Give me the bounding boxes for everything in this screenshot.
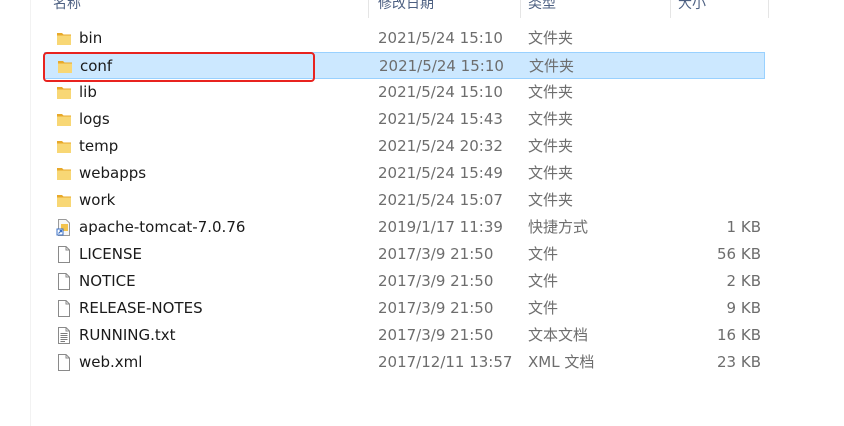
- file-type: 快捷方式: [528, 218, 589, 236]
- file-row-web-xml[interactable]: web.xml 2017/12/11 13:57 XML 文档 23 KB: [44, 349, 765, 376]
- column-separator[interactable]: [670, 0, 671, 18]
- file-type: 文件夹: [528, 29, 574, 47]
- folder-icon: [56, 165, 72, 182]
- modified-date: 2019/1/17 11:39: [378, 218, 503, 236]
- folder-icon: [56, 84, 72, 101]
- folder-icon: [56, 30, 72, 47]
- column-separator[interactable]: [368, 0, 369, 18]
- file-type: 文件: [528, 272, 559, 290]
- file-row-webapps[interactable]: webapps 2021/5/24 15:49 文件夹: [44, 160, 765, 187]
- file-name: RELEASE-NOTES: [79, 299, 203, 317]
- modified-date: 2017/3/9 21:50: [378, 326, 494, 344]
- file-icon: [56, 273, 72, 290]
- file-size: 1 KB: [726, 218, 761, 236]
- folder-icon: [57, 58, 73, 75]
- file-icon: [56, 246, 72, 263]
- file-size: 9 KB: [726, 299, 761, 317]
- column-header-date[interactable]: 修改日期: [372, 0, 434, 17]
- file-row-apache-tomcat-7-0-76[interactable]: apache-tomcat-7.0.76 2019/1/17 11:39 快捷方式 1…: [44, 214, 765, 241]
- file-size: 56 KB: [717, 245, 761, 263]
- file-name: lib: [79, 83, 97, 101]
- folder-icon: [56, 138, 72, 155]
- file-size: 2 KB: [726, 272, 761, 290]
- modified-date: 2017/3/9 21:50: [378, 245, 494, 263]
- file-type: 文件夹: [528, 83, 574, 101]
- file-name: logs: [79, 110, 110, 128]
- column-header-row: 名称 修改日期 类型 大小: [0, 0, 844, 18]
- modified-date: 2021/5/24 15:07: [378, 191, 503, 209]
- file-row-temp[interactable]: temp 2021/5/24 20:32 文件夹: [44, 133, 765, 160]
- modified-date: 2021/5/24 15:43: [378, 110, 503, 128]
- file-name: work: [79, 191, 116, 209]
- file-name: apache-tomcat-7.0.76: [79, 218, 246, 236]
- column-header-size[interactable]: 大小: [672, 0, 706, 17]
- file-row-bin[interactable]: bin 2021/5/24 15:10 文件夹: [44, 25, 765, 52]
- column-separator[interactable]: [768, 0, 769, 18]
- file-row-release-notes[interactable]: RELEASE-NOTES 2017/3/9 21:50 文件 9 KB: [44, 295, 765, 322]
- file-size: 23 KB: [717, 353, 761, 371]
- navigation-pane-edge: [0, 0, 31, 426]
- file-name: web.xml: [79, 353, 143, 371]
- file-name: LICENSE: [79, 245, 142, 263]
- modified-date: 2021/5/24 20:32: [378, 137, 503, 155]
- file-name: bin: [79, 29, 103, 47]
- file-type: 文件: [528, 245, 559, 263]
- file-type: 文件夹: [528, 191, 574, 209]
- file-type: 文件夹: [529, 57, 575, 75]
- file-icon: [56, 300, 72, 317]
- file-type: 文件夹: [528, 164, 574, 182]
- file-row-notice[interactable]: NOTICE 2017/3/9 21:50 文件 2 KB: [44, 268, 765, 295]
- modified-date: 2021/5/24 15:49: [378, 164, 503, 182]
- file-name: temp: [79, 137, 119, 155]
- file-row-conf[interactable]: conf 2021/5/24 15:10 文件夹: [44, 52, 765, 79]
- modified-date: 2017/3/9 21:50: [378, 299, 494, 317]
- modified-date: 2021/5/24 15:10: [379, 57, 504, 75]
- file-row-logs[interactable]: logs 2021/5/24 15:43 文件夹: [44, 106, 765, 133]
- file-name: RUNNING.txt: [79, 326, 176, 344]
- file-row-work[interactable]: work 2021/5/24 15:07 文件夹: [44, 187, 765, 214]
- shortcut-icon: [56, 219, 72, 236]
- file-name: NOTICE: [79, 272, 136, 290]
- file-row-running-txt[interactable]: RUNNING.txt 2017/3/9 21:50 文本文档 16 KB: [44, 322, 765, 349]
- file-type: XML 文档: [528, 353, 595, 371]
- folder-icon: [56, 111, 72, 128]
- modified-date: 2017/12/11 13:57: [378, 353, 513, 371]
- text-file-icon: [56, 327, 72, 344]
- file-type: 文件: [528, 299, 559, 317]
- file-type: 文件夹: [528, 137, 574, 155]
- column-header-name[interactable]: 名称: [47, 0, 81, 17]
- folder-icon: [56, 192, 72, 209]
- modified-date: 2017/3/9 21:50: [378, 272, 494, 290]
- file-row-license[interactable]: LICENSE 2017/3/9 21:50 文件 56 KB: [44, 241, 765, 268]
- column-header-type[interactable]: 类型: [522, 0, 556, 17]
- column-separator[interactable]: [520, 0, 521, 18]
- file-size: 16 KB: [717, 326, 761, 344]
- file-row-lib[interactable]: lib 2021/5/24 15:10 文件夹: [44, 79, 765, 106]
- file-type: 文件夹: [528, 110, 574, 128]
- file-type: 文本文档: [528, 326, 589, 344]
- file-name: conf: [80, 57, 113, 75]
- file-name: webapps: [79, 164, 147, 182]
- modified-date: 2021/5/24 15:10: [378, 83, 503, 101]
- modified-date: 2021/5/24 15:10: [378, 29, 503, 47]
- file-icon: [56, 354, 72, 371]
